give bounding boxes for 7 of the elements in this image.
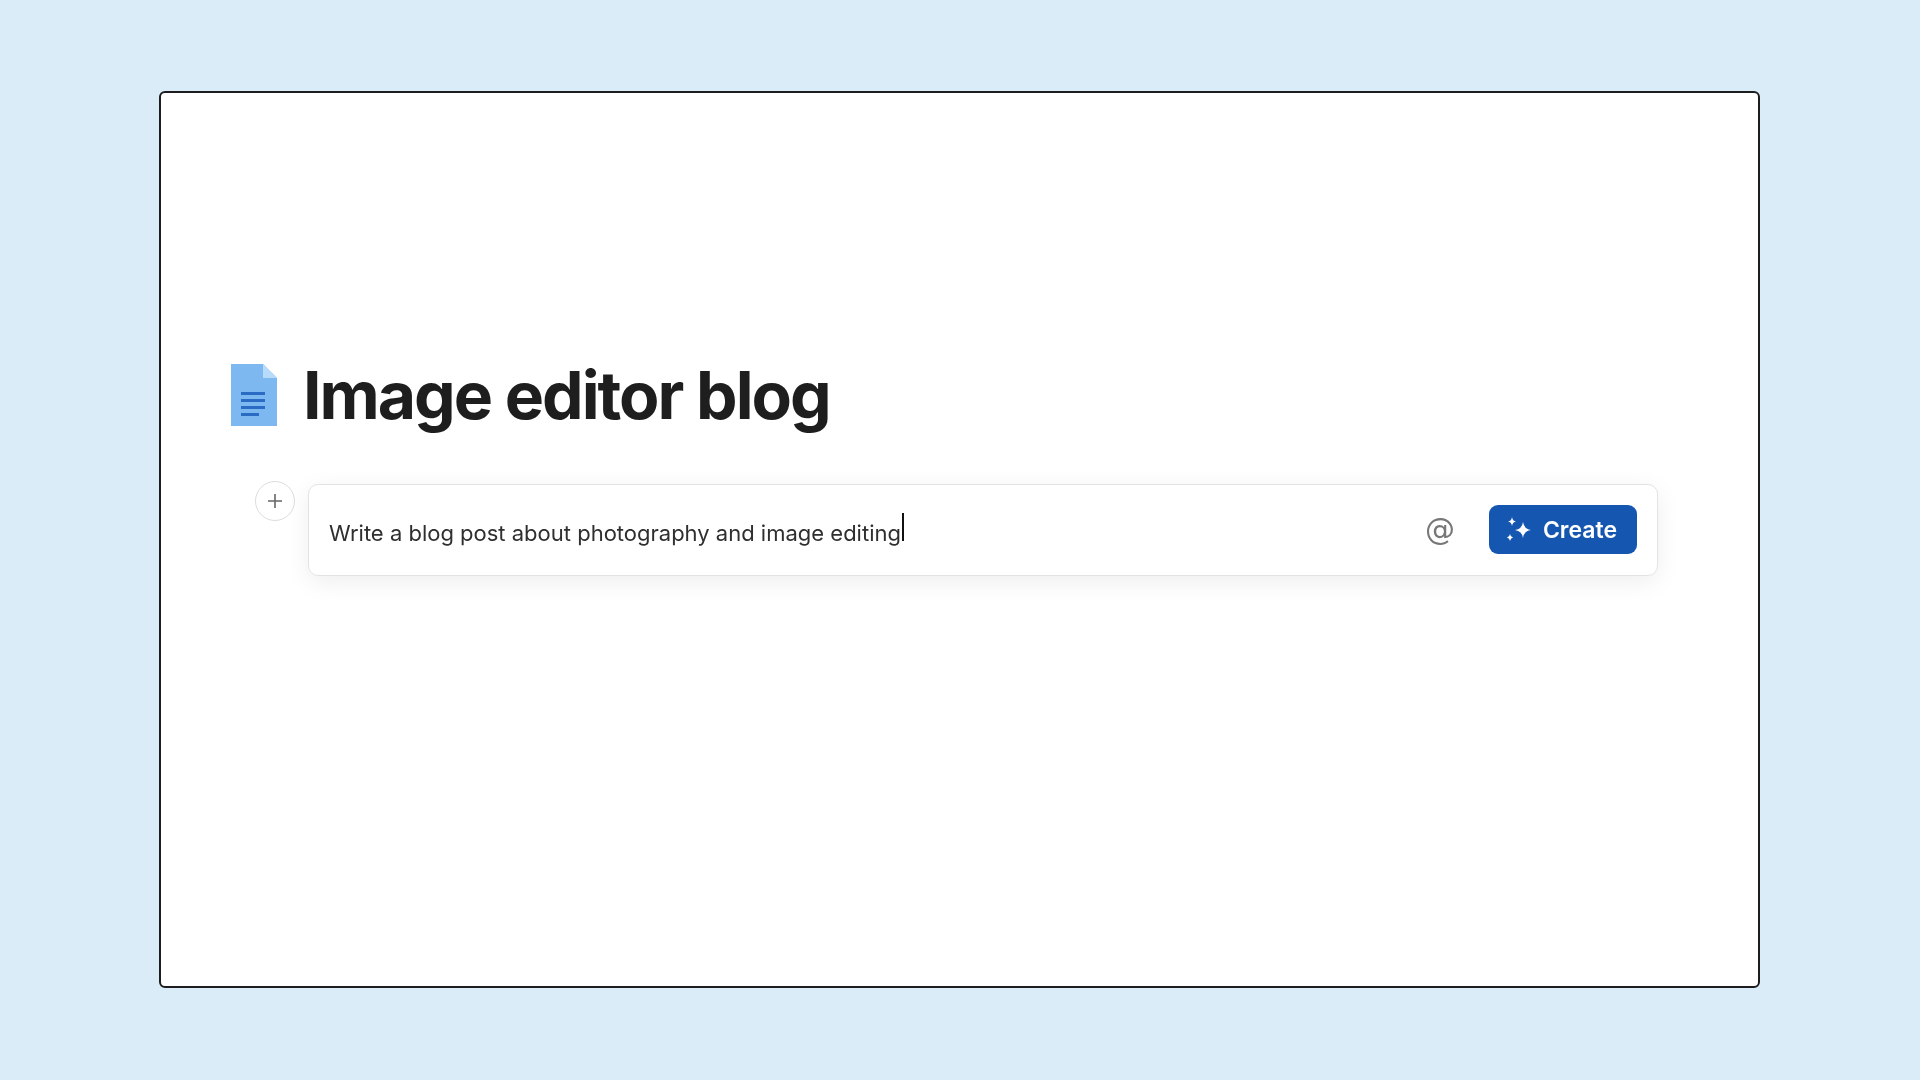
document-icon xyxy=(231,364,277,427)
create-button[interactable]: Create xyxy=(1488,505,1637,555)
input-field[interactable]: Write a blog post about photography and image editing xyxy=(329,513,904,547)
document-title: Image editor blog xyxy=(303,359,830,432)
plus-icon xyxy=(267,492,283,509)
add-button[interactable] xyxy=(255,480,295,521)
mention-button[interactable]: @ xyxy=(1420,512,1459,548)
